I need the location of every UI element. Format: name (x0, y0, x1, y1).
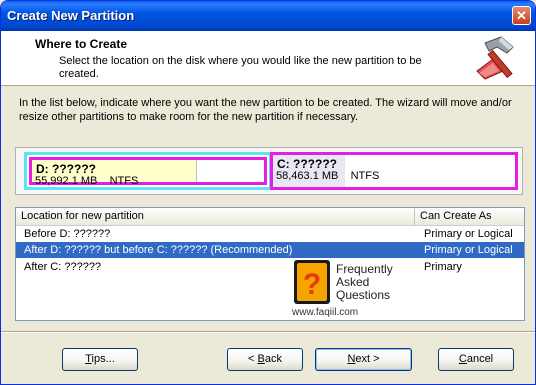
list-header: Location for new partition Can Create As (16, 208, 524, 226)
row-type: Primary (424, 261, 462, 273)
column-can-create-as[interactable]: Can Create As (420, 210, 492, 222)
list-row-after-d-selected[interactable]: After D: ?????? but before C: ?????? (Re… (16, 242, 524, 258)
list-row-before-d[interactable]: Before D: ?????? Primary or Logical (16, 226, 524, 242)
row-location: Before D: ?????? (24, 228, 111, 240)
row-location: After C: ?????? (24, 261, 102, 273)
row-type: Primary or Logical (424, 244, 513, 256)
header-subtitle: Select the location on the disk where yo… (59, 55, 422, 80)
location-list[interactable]: Location for new partition Can Create As… (15, 207, 525, 321)
header-title: Where to Create (35, 37, 128, 51)
back-button[interactable]: < Back (227, 348, 303, 371)
cancel-button[interactable]: Cancel (438, 348, 514, 371)
partition-d-name: D: ?????? (36, 162, 96, 176)
column-separator[interactable] (414, 208, 415, 225)
window-title: Create New Partition (7, 8, 135, 23)
partition-d-block[interactable]: D: ?????? 55,992.1 MB NTFS (24, 152, 272, 190)
partition-c-name: C: ?????? (277, 157, 337, 171)
watermark-text: Frequently Asked Questions (336, 262, 393, 302)
column-location[interactable]: Location for new partition (21, 210, 144, 222)
question-logo-icon: ? (294, 260, 330, 304)
svg-text:?: ? (303, 268, 321, 301)
intro-text: In the list below, indicate where you wa… (19, 97, 512, 123)
disk-map: D: ?????? 55,992.1 MB NTFS C: ?????? 58,… (15, 147, 523, 195)
partition-c-block[interactable]: C: ?????? 58,463.1 MB NTFS (270, 152, 518, 190)
partition-d-inner: D: ?????? 55,992.1 MB NTFS (29, 157, 267, 187)
partition-d-size: 55,992.1 MB NTFS (35, 175, 139, 187)
title-bar[interactable]: Create New Partition ✕ (1, 1, 535, 31)
partition-c-size: 58,463.1 MB NTFS (276, 170, 380, 182)
next-button[interactable]: Next > (315, 348, 412, 371)
watermark-url: www.faqiil.com (292, 307, 359, 318)
tips-button[interactable]: Tips... (62, 348, 138, 371)
close-button[interactable]: ✕ (512, 6, 531, 25)
faq-watermark: ? Frequently Asked Questions www.faqiil.… (292, 258, 408, 320)
hammer-wizard-icon (476, 36, 514, 80)
create-partition-dialog: Create New Partition ✕ Where to Create S… (0, 0, 536, 385)
footer-divider (1, 331, 535, 333)
list-row-after-c[interactable]: After C: ?????? Primary (16, 259, 524, 275)
row-type: Primary or Logical (424, 228, 513, 240)
wizard-header: Where to Create Select the location on t… (1, 31, 535, 86)
row-location: After D: ?????? but before C: ?????? (Re… (24, 244, 293, 256)
